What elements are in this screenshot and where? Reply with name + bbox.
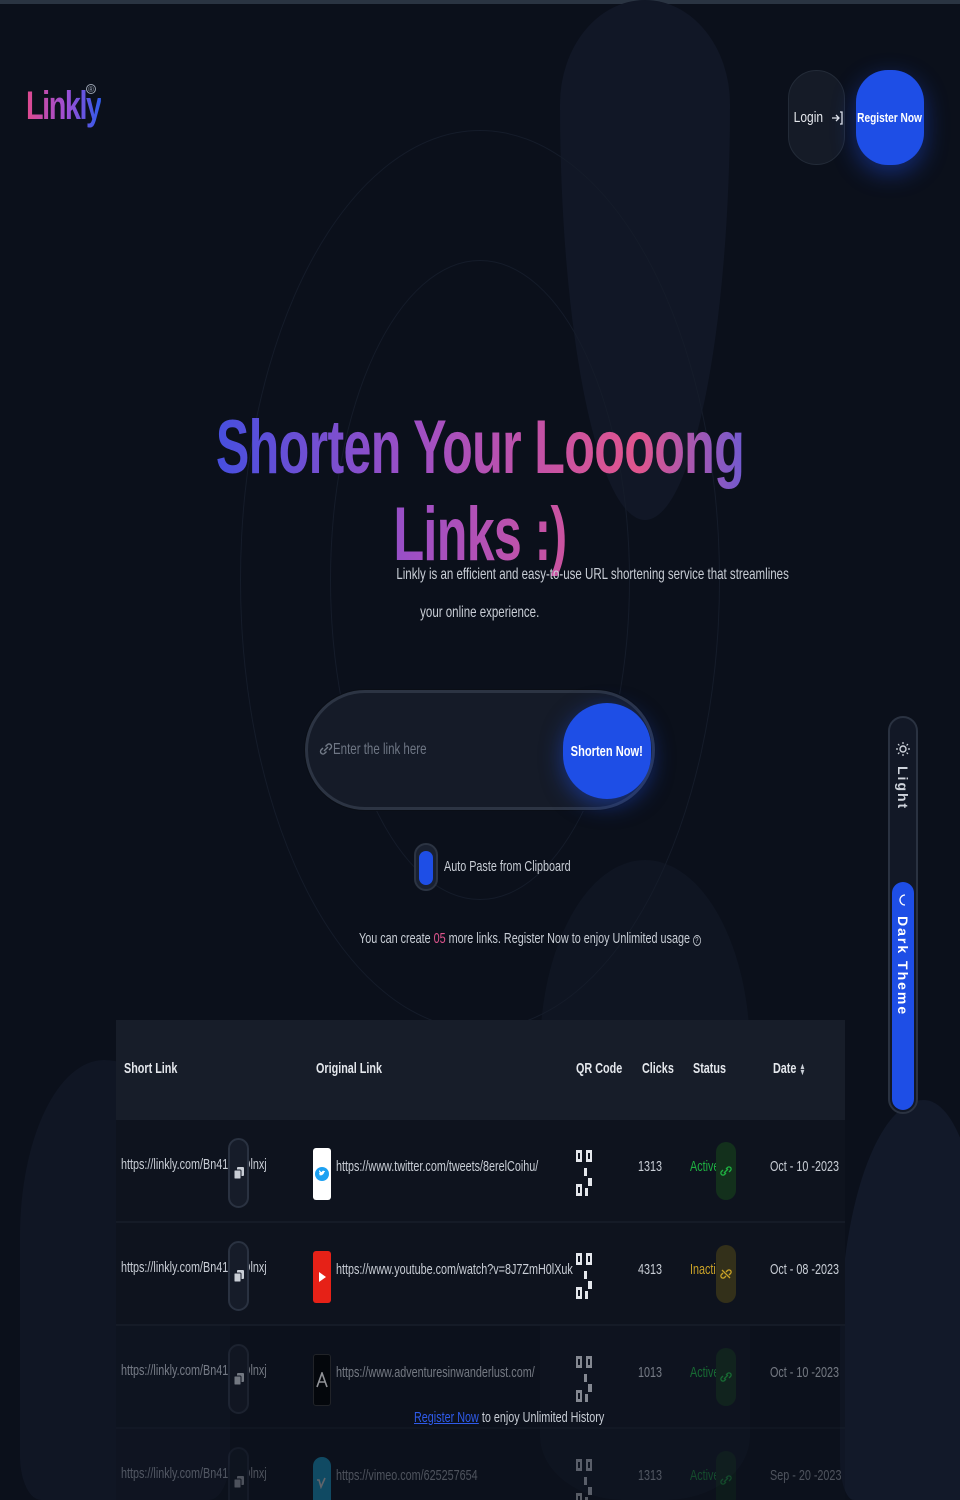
status-badge — [716, 1451, 736, 1500]
date: Oct - 08 -2023 — [770, 1261, 840, 1278]
register-now-link[interactable]: Register Now — [414, 1409, 479, 1426]
copy-button[interactable] — [228, 1344, 249, 1414]
registered-mark: ® — [86, 84, 96, 94]
qr-code-icon[interactable] — [576, 1150, 592, 1196]
copy-icon — [233, 1167, 244, 1179]
copy-icon — [233, 1476, 244, 1488]
table-row: https://linkly.com/Bn41aCOlnxj https://v… — [116, 1429, 845, 1500]
original-link[interactable]: https://www.youtube.com/watch?v=8J7ZmH0l… — [336, 1261, 573, 1278]
moon-icon — [899, 894, 906, 906]
header-date[interactable]: Date ▲ ▼ — [773, 1060, 806, 1077]
qr-code-icon[interactable] — [576, 1253, 592, 1299]
sort-icon: ▲ ▼ — [799, 1061, 806, 1078]
status-badge — [716, 1348, 736, 1406]
login-label: Login — [793, 109, 824, 126]
hero-subtitle: Linkly is an efficient and easy-to-use U… — [396, 566, 789, 621]
theme-switch[interactable]: Light Dark Theme — [888, 716, 918, 1114]
shorten-form: Enter the link here Shorten Now! — [305, 690, 655, 810]
header-clicks: Clicks — [642, 1060, 674, 1077]
copy-button[interactable] — [228, 1241, 249, 1311]
qr-code-icon[interactable] — [576, 1459, 592, 1500]
table-row: https://linkly.com/Bn41aCOlnxj https://w… — [116, 1120, 845, 1223]
original-link[interactable]: https://vimeo.com/625257654 — [336, 1467, 478, 1484]
link-active-icon — [720, 1372, 732, 1382]
status-badge — [716, 1245, 736, 1303]
copy-icon — [233, 1373, 244, 1385]
adventures-icon — [313, 1354, 331, 1406]
clicks-count: 4313 — [638, 1261, 663, 1278]
window-top-border — [0, 0, 960, 4]
vimeo-icon — [313, 1457, 331, 1500]
youtube-icon — [313, 1251, 331, 1303]
date: Sep - 20 -2023 — [770, 1467, 842, 1484]
theme-light-label: Light — [895, 766, 911, 811]
link-broken-icon — [720, 1269, 732, 1279]
autopaste-label: Auto Paste from Clipboard — [444, 858, 571, 875]
autopaste-toggle[interactable] — [414, 843, 438, 891]
table-header: Short Link Original Link QR Code Clicks … — [116, 1020, 845, 1120]
status-text: Active — [690, 1364, 720, 1381]
register-button[interactable]: Register Now — [856, 70, 924, 165]
theme-dark-option[interactable]: Dark Theme — [892, 882, 914, 1110]
header-status: Status — [693, 1060, 727, 1077]
clicks-count: 1313 — [638, 1467, 663, 1484]
copy-icon — [233, 1270, 244, 1282]
status-badge — [716, 1142, 736, 1200]
limit-notice: You can create 05 more links. Register N… — [359, 930, 701, 947]
login-icon — [831, 110, 843, 125]
header-qr-code: QR Code — [576, 1060, 623, 1077]
theme-light-option[interactable]: Light — [890, 738, 916, 878]
clicks-count: 1313 — [638, 1158, 663, 1175]
qr-code-icon[interactable] — [576, 1356, 592, 1402]
sun-icon — [896, 742, 910, 756]
shorten-button[interactable]: Shorten Now! — [563, 703, 651, 799]
status-text: Active — [690, 1158, 720, 1175]
links-table: Short Link Original Link QR Code Clicks … — [116, 1020, 845, 1500]
link-active-icon — [720, 1166, 732, 1176]
link-active-icon — [720, 1475, 732, 1485]
toggle-knob — [419, 851, 433, 885]
original-link[interactable]: https://www.adventuresinwanderlust.com/ — [336, 1364, 535, 1381]
status-text: Active — [690, 1467, 720, 1484]
help-icon[interactable]: ? — [692, 935, 701, 946]
date: Oct - 10 -2023 — [770, 1158, 840, 1175]
copy-button[interactable] — [228, 1138, 249, 1208]
date: Oct - 10 -2023 — [770, 1364, 840, 1381]
hero-title: Shorten Your Loooong Links :) — [0, 404, 960, 578]
theme-dark-label: Dark Theme — [895, 916, 911, 1017]
background-shape — [840, 1100, 960, 1500]
original-link[interactable]: https://www.twitter.com/tweets/8erelCoih… — [336, 1158, 538, 1175]
login-button[interactable]: Login — [788, 70, 845, 165]
copy-button[interactable] — [228, 1447, 249, 1500]
header-short-link: Short Link — [124, 1060, 178, 1077]
table-row: https://linkly.com/Bn41aCOlnxj https://w… — [116, 1223, 845, 1326]
register-label: Register Now — [857, 110, 923, 125]
clicks-count: 1013 — [638, 1364, 663, 1381]
limit-count: 05 — [433, 930, 446, 947]
header-original-link: Original Link — [316, 1060, 383, 1077]
link-input[interactable] — [332, 733, 552, 767]
twitter-icon — [313, 1148, 331, 1200]
register-history-hint: Register Now to enjoy Unlimited History — [414, 1409, 605, 1426]
shorten-label: Shorten Now! — [570, 742, 644, 760]
